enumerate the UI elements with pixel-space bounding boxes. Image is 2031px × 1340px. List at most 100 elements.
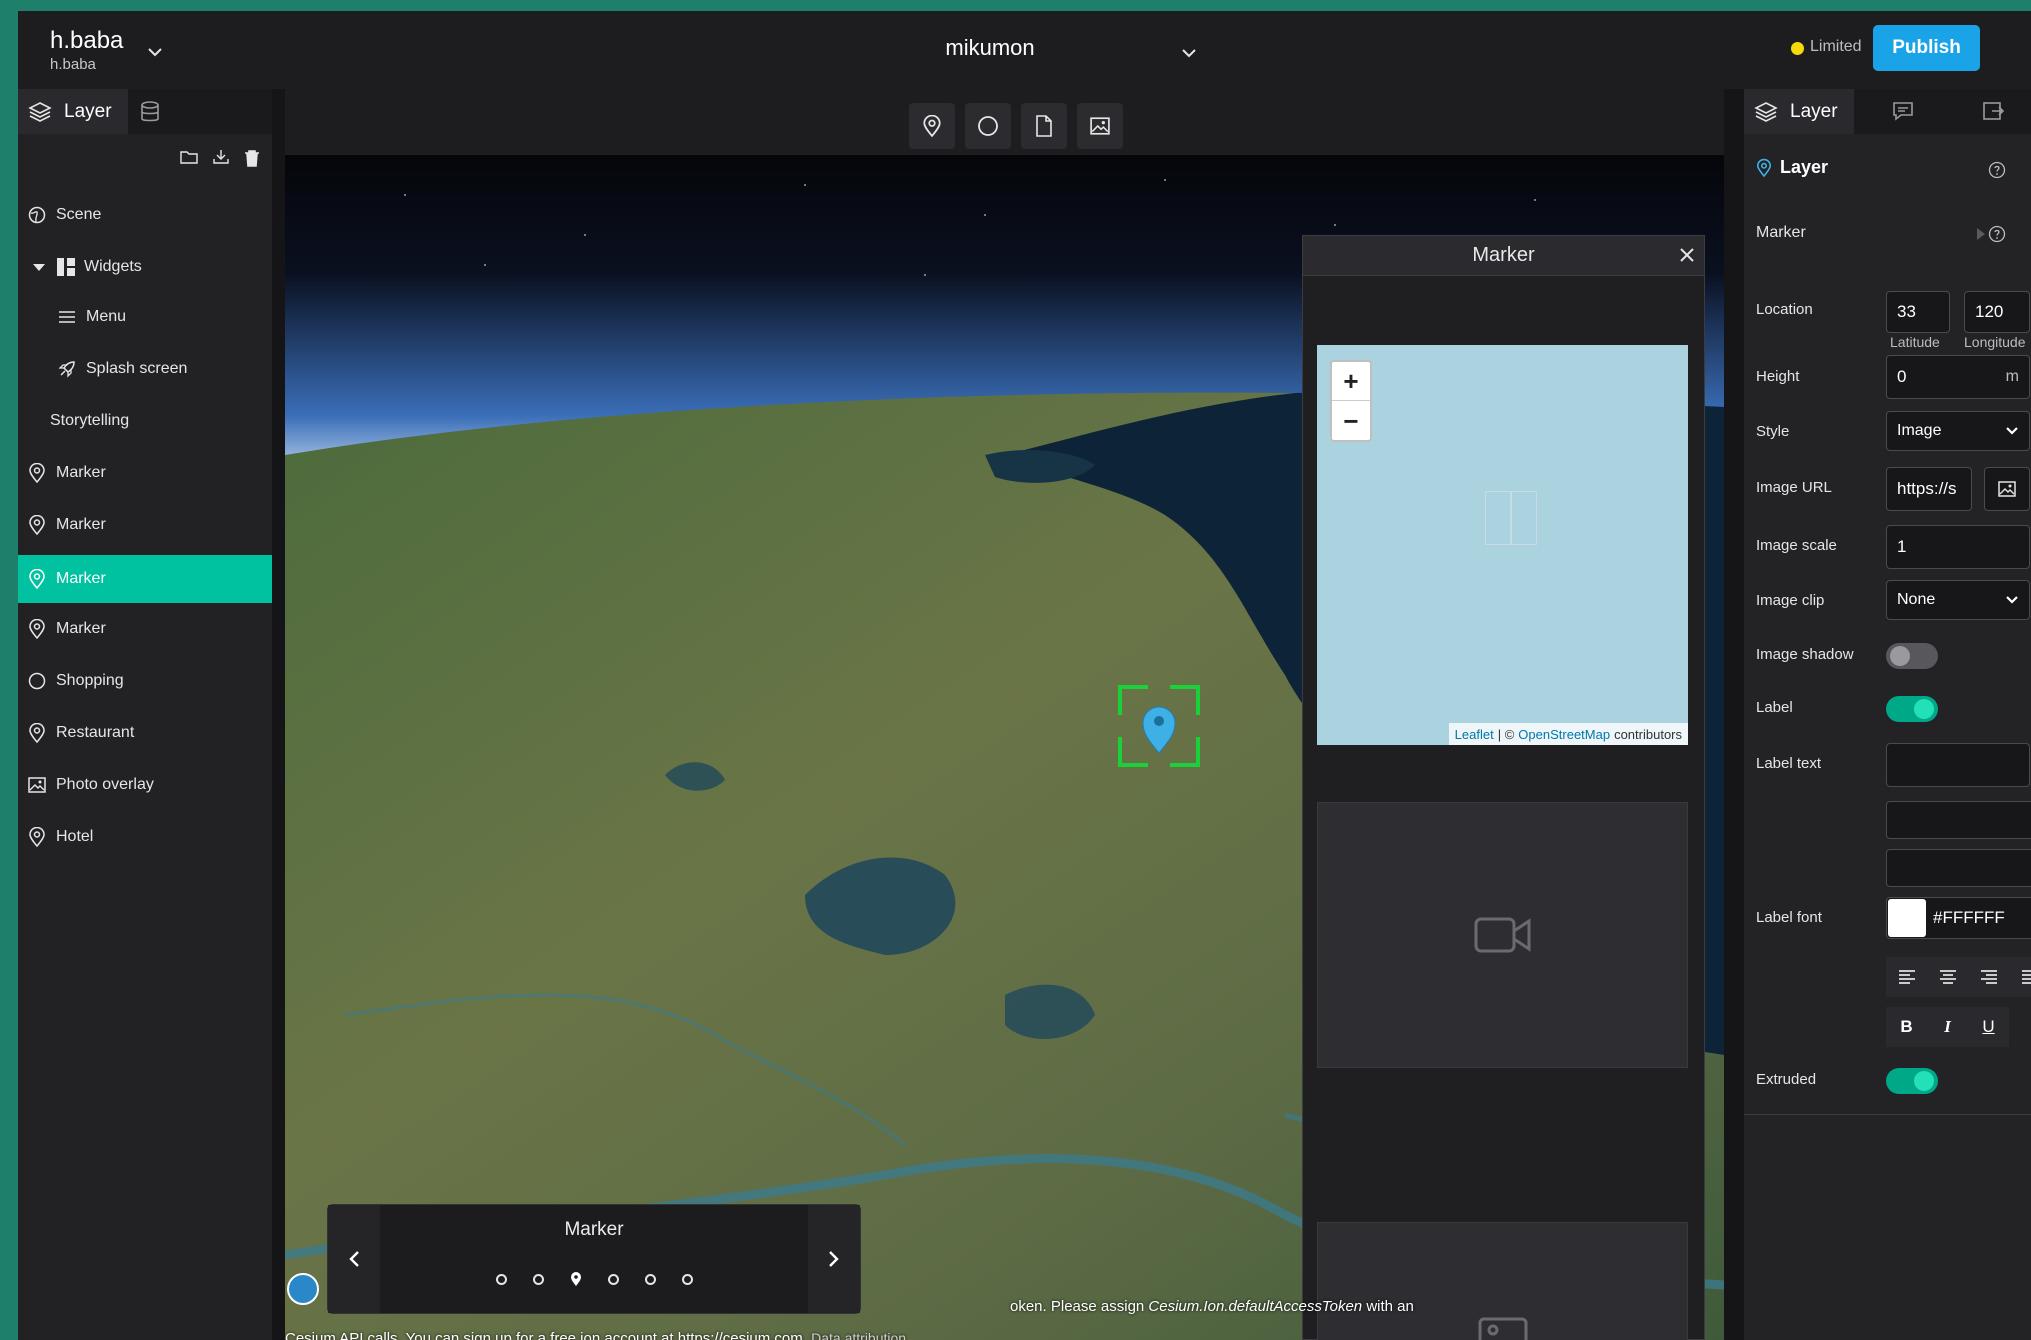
toggle-knob: [1914, 1071, 1934, 1091]
align-right-button[interactable]: [1968, 957, 2009, 997]
header: h.baba h.baba mikumon Limited Publish: [18, 11, 2031, 89]
pin-icon: [29, 463, 45, 483]
leaflet-link[interactable]: Leaflet: [1455, 727, 1494, 742]
section-title-text: Layer: [1780, 157, 1829, 177]
zoom-out-button[interactable]: −: [1332, 402, 1370, 441]
font-family-select[interactable]: [1886, 801, 2031, 839]
bold-button[interactable]: B: [1886, 1007, 1927, 1047]
help-icon[interactable]: [1988, 161, 2006, 179]
story-prev-button[interactable]: [328, 1205, 380, 1313]
add-image-button[interactable]: [1077, 103, 1123, 149]
broken-tile-image: [1511, 491, 1537, 545]
story-next-button[interactable]: [808, 1205, 860, 1313]
credit-token: Cesium.Ion.defaultAccessToken: [1148, 1298, 1363, 1315]
app-window: h.baba h.baba mikumon Limited Publish La…: [18, 11, 2031, 1340]
pin-icon: [29, 723, 45, 743]
extruded-label: Extruded: [1756, 1071, 1817, 1088]
height-input[interactable]: 0 m: [1886, 355, 2030, 399]
story-dot[interactable]: [532, 1273, 544, 1285]
workspace-name[interactable]: h.baba: [50, 27, 123, 55]
layer-item-restaurant[interactable]: Restaurant: [18, 709, 272, 757]
story-dot[interactable]: [607, 1273, 619, 1285]
story-dot[interactable]: [681, 1273, 693, 1285]
publish-button[interactable]: Publish: [1873, 25, 1980, 71]
label-text-input[interactable]: [1886, 743, 2030, 787]
align-right-icon: [1980, 970, 1997, 984]
video-camera-icon: [1474, 917, 1530, 953]
image-shadow-toggle[interactable]: [1886, 643, 1938, 669]
layer-item-scene[interactable]: Scene: [18, 191, 272, 239]
add-marker-button[interactable]: [909, 103, 955, 149]
layer-item-marker[interactable]: Marker: [18, 501, 272, 549]
align-justify-button[interactable]: [2009, 957, 2031, 997]
longitude-input[interactable]: 120: [1964, 291, 2030, 333]
close-icon[interactable]: [1676, 244, 1698, 266]
align-left-button[interactable]: [1886, 957, 1927, 997]
image-scale-label: Image scale: [1756, 537, 1837, 554]
story-dot[interactable]: [644, 1273, 656, 1285]
font-color-swatch[interactable]: [1888, 899, 1926, 937]
help-icon[interactable]: [1988, 225, 2006, 243]
add-circle-button[interactable]: [965, 103, 1011, 149]
folder-icon[interactable]: [180, 149, 198, 165]
panel-divider: [1724, 89, 1744, 1340]
chevron-right-icon: [829, 1251, 839, 1267]
layer-item-menu[interactable]: Menu: [18, 293, 272, 341]
layer-item-widgets[interactable]: Widgets: [18, 243, 272, 291]
right-panel: Layer Layer Marker Location 33 120 Latit…: [1724, 89, 2031, 1340]
trash-icon[interactable]: [244, 149, 260, 167]
export-icon[interactable]: [1982, 100, 2004, 122]
zoom-in-button[interactable]: +: [1332, 362, 1370, 401]
layer-item-marker[interactable]: Marker: [18, 605, 272, 653]
chevron-down-icon[interactable]: [144, 41, 166, 63]
layers-icon: [1754, 101, 1778, 122]
caret-down-icon[interactable]: [32, 262, 46, 272]
align-center-button[interactable]: [1927, 957, 1968, 997]
extruded-toggle[interactable]: [1886, 1068, 1938, 1094]
tab-layer[interactable]: Layer: [18, 89, 128, 134]
layer-item-marker-selected[interactable]: Marker: [18, 555, 272, 603]
cesium-link[interactable]: https://cesium.com: [678, 1330, 803, 1340]
infobox-title: Marker: [1472, 244, 1535, 266]
attribution-contributors: contributors: [1614, 726, 1682, 742]
tab-layer[interactable]: Layer: [1744, 89, 1854, 134]
choose-image-button[interactable]: [1984, 467, 2030, 511]
layer-item-marker[interactable]: Marker: [18, 449, 272, 497]
map-viewport[interactable]: Marker + − Leaflet | © OpenStreetMap con…: [285, 89, 1724, 1340]
latitude-input[interactable]: 33: [1886, 291, 1950, 333]
image-scale-input[interactable]: 1: [1886, 525, 2030, 569]
chevron-down-icon[interactable]: [1178, 42, 1200, 64]
underline-button[interactable]: U: [1968, 1007, 2009, 1047]
style-select[interactable]: Image: [1886, 411, 2030, 451]
database-icon[interactable]: [139, 100, 161, 124]
marker-group-label[interactable]: Marker: [1756, 224, 1806, 242]
circle-icon: [978, 116, 998, 136]
add-file-button[interactable]: [1021, 103, 1067, 149]
caret-right-icon[interactable]: [1976, 227, 1986, 241]
location-minimap[interactable]: + − Leaflet | © OpenStreetMap contributo…: [1317, 345, 1688, 745]
image-clip-select[interactable]: None: [1886, 580, 2030, 620]
layer-item-label: Restaurant: [56, 724, 135, 741]
layer-item-photo-overlay[interactable]: Photo overlay: [18, 761, 272, 809]
data-attribution-link[interactable]: Data attribution: [811, 1330, 906, 1340]
comment-icon[interactable]: [1892, 100, 1914, 122]
status-dot: [1791, 42, 1804, 55]
project-title[interactable]: mikumon: [900, 35, 1080, 61]
pin-icon[interactable]: [570, 1271, 582, 1287]
label-toggle[interactable]: [1886, 696, 1938, 722]
layer-item-splash[interactable]: Splash screen: [18, 345, 272, 393]
layer-item-hotel[interactable]: Hotel: [18, 813, 272, 861]
style-value: Image: [1897, 422, 1942, 439]
story-dot[interactable]: [495, 1273, 507, 1285]
image-icon: [1998, 481, 2016, 497]
import-icon[interactable]: [212, 149, 230, 165]
image-url-input[interactable]: https://s: [1886, 467, 1972, 511]
height-label: Height: [1756, 368, 1800, 385]
status-text: Limited: [1810, 38, 1862, 55]
italic-button[interactable]: I: [1927, 1007, 1968, 1047]
layer-item-shopping[interactable]: Shopping: [18, 657, 272, 705]
layer-item-storytelling[interactable]: Storytelling: [18, 397, 272, 445]
osm-link[interactable]: OpenStreetMap: [1518, 727, 1610, 742]
divider: [1744, 1114, 2031, 1115]
font-size-select[interactable]: [1886, 849, 2031, 887]
